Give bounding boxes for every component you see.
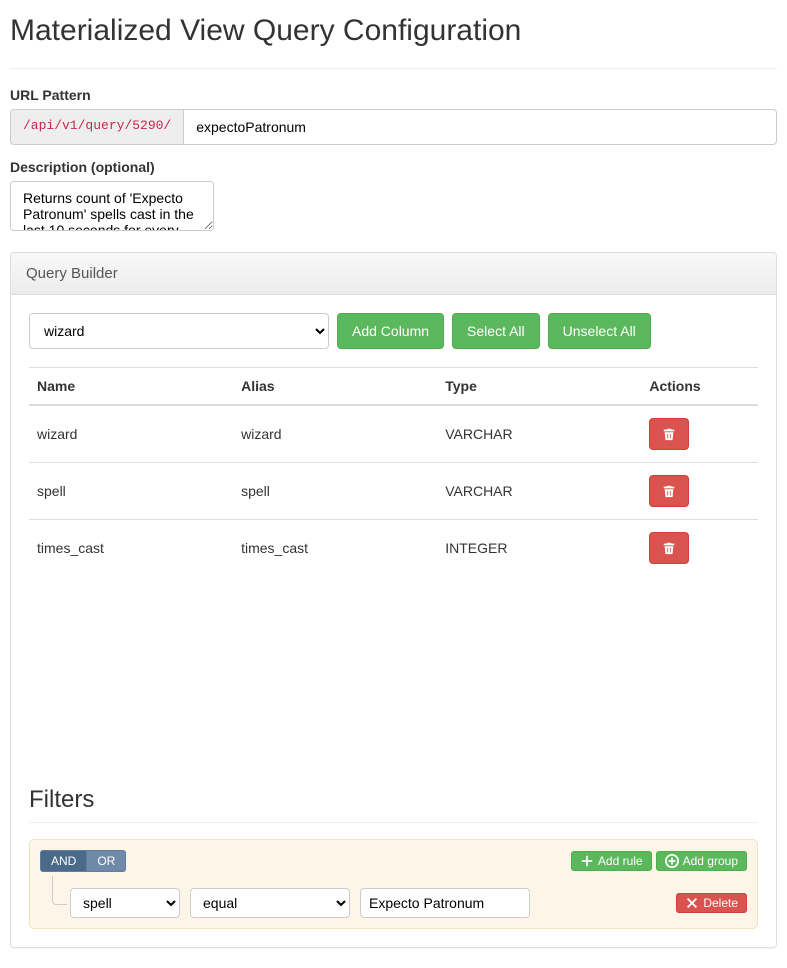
column-select[interactable]: wizard [29, 313, 329, 349]
query-builder-toolbar: wizard Add Column Select All Unselect Al… [29, 313, 758, 349]
x-icon [685, 896, 699, 910]
add-rule-label: Add rule [598, 854, 643, 868]
add-group-button[interactable]: Add group [656, 851, 747, 871]
col-header-actions: Actions [641, 368, 758, 406]
description-label: Description (optional) [10, 159, 777, 175]
col-header-name: Name [29, 368, 233, 406]
or-toggle[interactable]: OR [87, 850, 126, 872]
and-toggle[interactable]: AND [40, 850, 87, 872]
rule-operator-select[interactable]: equal [190, 888, 350, 918]
spacer [29, 576, 758, 756]
delete-rule-button[interactable]: Delete [676, 893, 747, 913]
table-row: spellspellVARCHAR [29, 463, 758, 520]
col-alias: times_cast [233, 520, 437, 577]
delete-column-button[interactable] [649, 418, 689, 450]
trash-icon [662, 541, 676, 555]
rule-value-input[interactable] [360, 888, 530, 918]
trash-icon [662, 427, 676, 441]
columns-header-row: Name Alias Type Actions [29, 368, 758, 406]
query-builder-panel: Query Builder wizard Add Column Select A… [10, 252, 777, 948]
col-name: spell [29, 463, 233, 520]
filter-group: AND OR Add rule Add group s [29, 839, 758, 929]
divider [10, 68, 777, 69]
filter-group-actions: Add rule Add group [571, 851, 747, 871]
col-type: VARCHAR [437, 463, 641, 520]
col-name: wizard [29, 405, 233, 463]
table-row: times_casttimes_castINTEGER [29, 520, 758, 577]
url-prefix: /api/v1/query/5290/ [10, 109, 183, 145]
delete-column-button[interactable] [649, 475, 689, 507]
description-input[interactable]: Returns count of 'Expecto Patronum' spel… [10, 181, 214, 231]
plus-icon [580, 854, 594, 868]
col-alias: wizard [233, 405, 437, 463]
url-pattern-group: /api/v1/query/5290/ [10, 109, 777, 145]
plus-circle-icon [665, 854, 679, 868]
add-column-button[interactable]: Add Column [337, 313, 444, 349]
add-rule-button[interactable]: Add rule [571, 851, 652, 871]
url-pattern-input[interactable] [183, 109, 777, 145]
query-builder-heading: Query Builder [11, 253, 776, 295]
add-group-label: Add group [683, 854, 738, 868]
table-row: wizardwizardVARCHAR [29, 405, 758, 463]
col-name: times_cast [29, 520, 233, 577]
col-type: VARCHAR [437, 405, 641, 463]
filter-group-header: AND OR Add rule Add group [40, 850, 747, 872]
filter-rule: spell equal Delete [40, 884, 747, 918]
columns-table: Name Alias Type Actions wizardwizardVARC… [29, 367, 758, 576]
unselect-all-button[interactable]: Unselect All [548, 313, 651, 349]
select-all-button[interactable]: Select All [452, 313, 540, 349]
rule-field-select[interactable]: spell [70, 888, 180, 918]
delete-rule-label: Delete [703, 896, 738, 910]
url-pattern-label: URL Pattern [10, 87, 777, 103]
col-type: INTEGER [437, 520, 641, 577]
delete-column-button[interactable] [649, 532, 689, 564]
trash-icon [662, 484, 676, 498]
col-alias: spell [233, 463, 437, 520]
col-header-type: Type [437, 368, 641, 406]
col-header-alias: Alias [233, 368, 437, 406]
conjunction-toggle: AND OR [40, 850, 126, 872]
page-title: Materialized View Query Configuration [10, 14, 777, 56]
filters-heading: Filters [29, 786, 758, 814]
divider [29, 822, 758, 823]
